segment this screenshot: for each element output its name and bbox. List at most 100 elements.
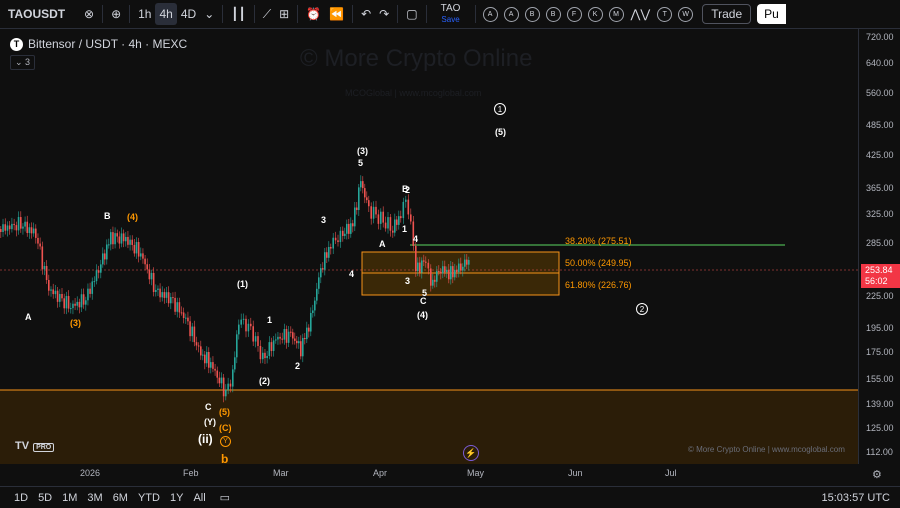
candle-body: [11, 223, 13, 230]
candle-body: [334, 237, 337, 241]
bottom-toolbar: 1D 5D 1M 3M 6M YTD 1Y All ▭ 15:03:57 UTC: [0, 486, 900, 508]
candle-body: [252, 326, 254, 342]
candle-body: [421, 260, 423, 273]
range-3m-button[interactable]: 3M: [87, 492, 102, 504]
candle-body: [129, 239, 131, 245]
chart-title: Bittensor / USDT · 4h · MEXC: [28, 37, 188, 51]
range-ytd-button[interactable]: YTD: [138, 492, 160, 504]
range-all-button[interactable]: All: [193, 492, 205, 504]
candle-body: [127, 236, 129, 245]
drawing-favorite-button[interactable]: K: [587, 6, 603, 22]
add-symbol-icon[interactable]: ⊕: [107, 3, 125, 25]
undo-icon[interactable]: ↶: [357, 3, 375, 25]
candle-body: [318, 277, 320, 289]
candle-body: [182, 312, 185, 319]
candle-body: [70, 308, 72, 310]
timeframe-1h-button[interactable]: 1h: [134, 3, 155, 25]
circled-wave-label: 2: [636, 303, 648, 315]
candle-body: [222, 377, 225, 397]
candle-countdown: 56:02: [865, 276, 888, 286]
candle-body: [189, 321, 191, 337]
fullscreen-icon[interactable]: ▢: [402, 3, 421, 25]
candle-body: [180, 312, 183, 314]
drawing-favorite-button[interactable]: T: [657, 6, 673, 22]
candle-body: [350, 223, 352, 234]
circled-wave-label: 1: [494, 103, 506, 115]
range-5d-button[interactable]: 5D: [38, 492, 52, 504]
range-1d-button[interactable]: 1D: [14, 492, 28, 504]
candle-body: [352, 223, 354, 227]
wave-label: (1): [237, 279, 248, 289]
candle-body: [270, 342, 273, 352]
indicator-count: 3: [25, 57, 31, 67]
toolbar-divider: [397, 5, 399, 23]
clock[interactable]: 15:03:57 UTC: [822, 492, 890, 504]
alert-icon[interactable]: ⏰: [302, 3, 325, 25]
candle-body: [191, 326, 194, 337]
candle-body: [380, 211, 382, 224]
save-label: Save: [441, 15, 460, 24]
candle-body: [202, 354, 204, 356]
replay-icon[interactable]: ⏪: [325, 3, 348, 25]
candle-body: [337, 240, 339, 243]
candle-body: [292, 332, 294, 339]
flash-icon[interactable]: ⚡: [463, 445, 479, 461]
price-axis[interactable]: 720.00 640.00 560.00 485.00 425.00 365.0…: [858, 29, 900, 464]
candle-body: [462, 266, 464, 271]
candle-body: [423, 260, 425, 262]
range-1y-button[interactable]: 1Y: [170, 492, 183, 504]
elliott-wave-icon[interactable]: ⋀⋁: [627, 3, 655, 25]
range-6m-button[interactable]: 6M: [113, 492, 128, 504]
candle-body: [78, 301, 81, 308]
timeframe-4d-button[interactable]: 4D: [177, 3, 200, 25]
candle-body: [358, 187, 360, 211]
candle-body: [427, 262, 430, 269]
candle-body: [245, 318, 247, 332]
publish-button[interactable]: Pu: [757, 4, 786, 24]
time-axis-label: May: [467, 468, 485, 478]
drawing-favorite-button[interactable]: M: [608, 6, 624, 22]
timeframe-dropdown-icon[interactable]: ⌄: [200, 3, 218, 25]
redo-icon[interactable]: ↷: [375, 3, 393, 25]
symbol-search-button[interactable]: TAOUSDT: [0, 3, 80, 25]
indicators-icon[interactable]: ⟋: [259, 3, 275, 25]
date-range-icon[interactable]: ▭: [220, 491, 230, 504]
candle-body: [450, 266, 452, 280]
chart-settings-icon[interactable]: ⚙: [872, 468, 882, 481]
candle-body: [394, 219, 396, 233]
chart-legend[interactable]: T Bittensor / USDT · 4h · MEXC: [10, 37, 187, 51]
timeframe-4h-button[interactable]: 4h: [155, 3, 177, 25]
range-1m-button[interactable]: 1M: [62, 492, 77, 504]
candle-body: [287, 331, 290, 343]
candle-body: [342, 230, 344, 236]
drawing-favorite-button[interactable]: A: [503, 6, 519, 22]
symbol-compare-icon[interactable]: ⊗: [80, 3, 98, 25]
candle-body: [434, 279, 436, 282]
time-axis[interactable]: 2026 Feb Mar Apr May Jun Jul: [0, 464, 858, 482]
drawing-favorite-button[interactable]: B: [545, 6, 561, 22]
trade-button[interactable]: Trade: [702, 4, 752, 24]
candle-body: [110, 232, 112, 245]
wave-label: A: [25, 312, 32, 322]
candle-body: [368, 200, 370, 207]
candle-body: [446, 269, 448, 273]
candle-body: [82, 294, 85, 305]
candle-body: [417, 262, 419, 272]
candle-body: [407, 199, 410, 215]
layout-save-button[interactable]: TAO Save: [431, 3, 471, 25]
candle-body: [456, 269, 458, 273]
drawing-favorite-button[interactable]: A: [482, 6, 498, 22]
templates-icon[interactable]: ⊞: [275, 3, 293, 25]
candle-body: [364, 188, 366, 198]
drawing-favorite-button[interactable]: F: [566, 6, 582, 22]
candle-body: [187, 317, 189, 322]
drawing-favorite-button[interactable]: B: [524, 6, 540, 22]
candle-body: [45, 265, 48, 280]
candle-body: [170, 297, 172, 304]
candle-body: [398, 216, 400, 225]
indicator-count-toggle[interactable]: ⌄ 3: [10, 55, 36, 70]
drawing-favorite-button[interactable]: W: [678, 6, 694, 22]
candle-style-icon[interactable]: ┃┃: [227, 3, 249, 25]
price-axis-label: 485.00: [866, 120, 894, 130]
candle-body: [316, 288, 318, 301]
